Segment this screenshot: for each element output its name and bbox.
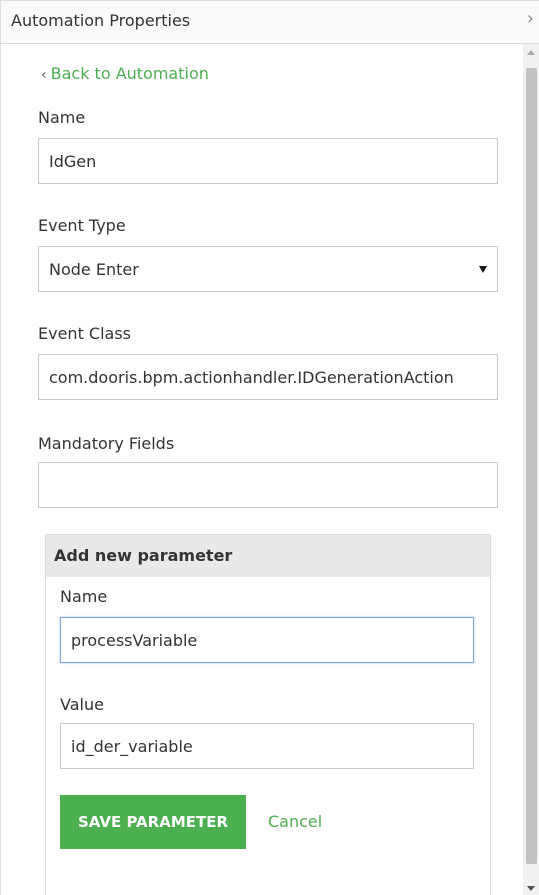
parameter-name-input-value: processVariable bbox=[71, 630, 198, 650]
event-type-select[interactable]: Node Enter bbox=[38, 246, 498, 292]
name-input-value: IdGen bbox=[49, 151, 97, 171]
vertical-scrollbar[interactable] bbox=[523, 44, 539, 895]
chevron-left-icon: ‹ bbox=[41, 67, 47, 83]
panel-title: Automation Properties bbox=[11, 11, 191, 30]
event-type-label: Event Type bbox=[38, 216, 126, 235]
cancel-link[interactable]: Cancel bbox=[268, 812, 322, 831]
name-label: Name bbox=[38, 108, 86, 127]
back-link-label: Back to Automation bbox=[50, 64, 209, 83]
event-class-input[interactable]: com.dooris.bpm.actionhandler.IDGeneratio… bbox=[38, 354, 498, 400]
chevron-right-icon[interactable]: › bbox=[527, 10, 534, 28]
event-class-label: Event Class bbox=[38, 324, 132, 343]
save-parameter-button[interactable]: SAVE PARAMETER bbox=[60, 795, 246, 849]
back-to-automation-link[interactable]: ‹ Back to Automation bbox=[41, 64, 209, 83]
automation-properties-panel: Automation Properties › ‹ Back to Automat… bbox=[0, 0, 539, 895]
parameter-value-label: Value bbox=[60, 695, 104, 714]
panel-header: Automation Properties › bbox=[1, 0, 539, 44]
name-input[interactable]: IdGen bbox=[38, 138, 498, 184]
parameter-name-label: Name bbox=[60, 587, 108, 606]
add-parameter-title: Add new parameter bbox=[54, 546, 233, 565]
add-parameter-header: Add new parameter bbox=[46, 535, 490, 577]
parameter-value-input-value: id_der_variable bbox=[71, 736, 193, 756]
mandatory-fields-input[interactable] bbox=[38, 462, 498, 508]
add-parameter-section: Add new parameter Name processVariable V… bbox=[45, 534, 491, 895]
scrollbar-thumb[interactable] bbox=[526, 68, 537, 864]
event-type-selected-value: Node Enter bbox=[49, 259, 139, 279]
event-class-input-value: com.dooris.bpm.actionhandler.IDGeneratio… bbox=[49, 367, 454, 387]
scroll-up-arrow-icon[interactable] bbox=[527, 50, 535, 55]
dropdown-arrow-icon bbox=[479, 266, 487, 273]
parameter-value-input[interactable]: id_der_variable bbox=[60, 723, 474, 769]
scroll-down-arrow-icon[interactable] bbox=[527, 886, 535, 891]
mandatory-fields-label: Mandatory Fields bbox=[38, 434, 175, 453]
parameter-name-input[interactable]: processVariable bbox=[60, 617, 474, 663]
panel-content: ‹ Back to Automation Name IdGen Event Typ… bbox=[1, 44, 523, 895]
